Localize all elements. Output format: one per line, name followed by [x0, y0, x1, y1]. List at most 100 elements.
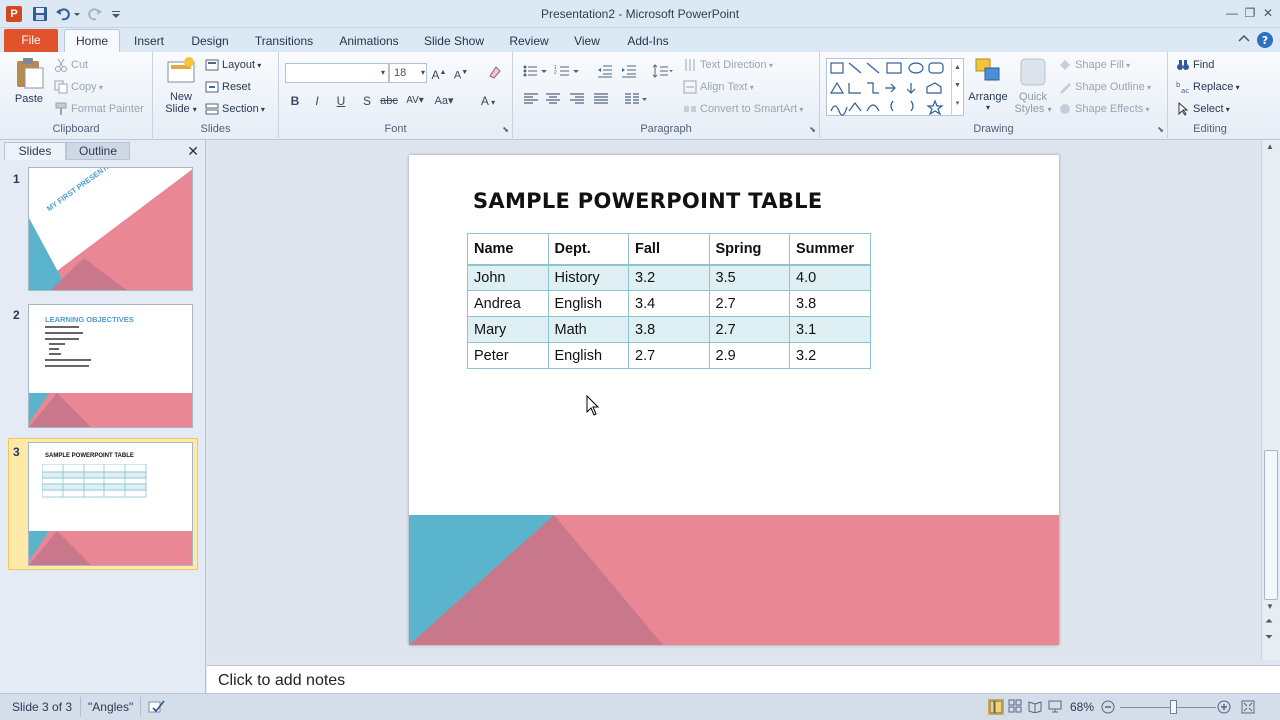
table-cell[interactable]: English	[547, 342, 629, 369]
close-button[interactable]: ✕	[1260, 5, 1276, 21]
align-text-button[interactable]: Align Text ▾	[683, 80, 754, 94]
vertical-scrollbar[interactable]: ▲ ▼ ⏶ ⏷	[1261, 140, 1280, 660]
table-header-cell[interactable]: Fall	[628, 233, 710, 266]
fit-to-window-icon[interactable]	[1240, 699, 1256, 715]
center-icon[interactable]	[543, 92, 563, 110]
table-cell[interactable]: 2.9	[708, 342, 790, 369]
font-dialog-launcher-icon[interactable]: ⬊	[502, 125, 509, 134]
tab-design[interactable]: Design	[182, 31, 238, 52]
table-cell[interactable]: 3.2	[628, 264, 710, 291]
next-slide-icon[interactable]: ⏷	[1265, 632, 1273, 643]
tab-file[interactable]: File	[4, 29, 58, 52]
table-header-cell[interactable]: Dept.	[547, 233, 629, 266]
minimize-button[interactable]: —	[1224, 5, 1240, 21]
previous-slide-icon[interactable]: ⏶	[1265, 616, 1273, 627]
underline-icon[interactable]: U	[331, 92, 351, 110]
notes-pane[interactable]: Click to add notes	[207, 665, 1280, 693]
slide-thumbnail-1[interactable]: MY FIRST PRESENTATION	[28, 167, 193, 291]
notes-placeholder[interactable]: Click to add notes	[218, 672, 345, 690]
minimize-ribbon-icon[interactable]	[1236, 31, 1252, 50]
slide-show-view-icon[interactable]	[1048, 699, 1064, 715]
shrink-font-icon[interactable]: A▼	[451, 64, 471, 82]
reset-button[interactable]: Reset	[205, 80, 251, 94]
grow-font-icon[interactable]: A▲	[429, 64, 449, 82]
reading-view-icon[interactable]	[1028, 699, 1044, 715]
table-cell[interactable]: History	[547, 264, 629, 291]
replace-button[interactable]: b ac Replace ▾	[1176, 80, 1240, 95]
table-cell[interactable]: 2.7	[708, 290, 790, 317]
slide-thumbnail-2[interactable]: LEARNING OBJECTIVES	[28, 304, 193, 428]
zoom-slider-thumb[interactable]	[1169, 700, 1177, 714]
table-cell[interactable]: 4.0	[789, 264, 871, 291]
font-color-icon[interactable]: A ▾	[475, 92, 501, 110]
strikethrough-icon[interactable]: abc	[379, 92, 399, 110]
current-slide[interactable]: SAMPLE POWERPOINT TABLE Name Dept. Fall …	[409, 155, 1059, 645]
table-cell[interactable]: Math	[547, 316, 629, 343]
cut-button[interactable]: Cut	[54, 58, 88, 72]
columns-icon[interactable]	[623, 92, 649, 110]
italic-icon[interactable]: I	[307, 92, 327, 110]
table-cell[interactable]: 2.7	[708, 316, 790, 343]
tab-add-ins[interactable]: Add-Ins	[620, 31, 676, 52]
bullets-icon[interactable]	[521, 64, 549, 82]
select-button[interactable]: Select ▾	[1176, 101, 1230, 116]
table-cell[interactable]: 3.5	[708, 264, 790, 291]
tab-view[interactable]: View	[566, 31, 608, 52]
shapes-gallery-scroll[interactable]: ▲ ▼ ▾	[951, 59, 963, 115]
table-header-cell[interactable]: Summer	[789, 233, 871, 266]
zoom-slider-track[interactable]	[1120, 707, 1216, 708]
layout-button[interactable]: Layout ▾	[205, 58, 261, 72]
table-cell[interactable]: Peter	[467, 342, 549, 369]
close-pane-icon[interactable]: ✕	[187, 143, 199, 160]
table-cell[interactable]: 3.4	[628, 290, 710, 317]
table-cell[interactable]: 3.2	[789, 342, 871, 369]
arrange-button[interactable]: Arrange ▾	[966, 56, 1010, 112]
slide-thumbnail-3[interactable]: SAMPLE POWERPOINT TABLE	[28, 442, 193, 566]
spelling-check-icon[interactable]	[148, 699, 165, 715]
shape-effects-button[interactable]: Shape Effects ▾	[1058, 102, 1150, 116]
table-header-cell[interactable]: Spring	[708, 233, 790, 266]
quick-styles-button[interactable]: Quick Styles ▾	[1012, 56, 1054, 115]
tab-review[interactable]: Review	[502, 31, 556, 52]
slide-title[interactable]: SAMPLE POWERPOINT TABLE	[473, 189, 822, 213]
tab-slides[interactable]: Slides	[4, 142, 66, 160]
tab-home[interactable]: Home	[64, 29, 120, 53]
table-cell[interactable]: John	[467, 264, 549, 291]
zoom-out-icon[interactable]	[1100, 699, 1116, 715]
convert-smartart-button[interactable]: Convert to SmartArt ▾	[683, 102, 803, 116]
new-slide-button[interactable]: New Slide ▾	[161, 56, 201, 115]
tab-outline[interactable]: Outline	[66, 142, 130, 160]
numbering-icon[interactable]: 12	[553, 64, 581, 82]
decrease-indent-icon[interactable]	[595, 64, 615, 82]
slide-sorter-view-icon[interactable]	[1008, 699, 1024, 715]
paragraph-dialog-launcher-icon[interactable]: ⬊	[809, 125, 816, 134]
tab-insert[interactable]: Insert	[126, 31, 172, 52]
section-button[interactable]: Section ▾	[205, 102, 265, 116]
tab-transitions[interactable]: Transitions	[248, 31, 320, 52]
zoom-in-icon[interactable]	[1216, 699, 1232, 715]
justify-icon[interactable]	[591, 92, 611, 110]
slide-table[interactable]: Name Dept. Fall Spring Summer John Histo…	[467, 233, 871, 369]
zoom-level[interactable]: 68%	[1070, 700, 1094, 714]
bold-icon[interactable]: B	[285, 92, 305, 110]
change-case-icon[interactable]: Aa▾	[431, 92, 457, 110]
scroll-down-icon[interactable]: ▼	[1266, 602, 1274, 611]
table-cell[interactable]: 3.1	[789, 316, 871, 343]
character-spacing-icon[interactable]: AV▾	[405, 92, 425, 110]
restore-button[interactable]: ❐	[1242, 5, 1258, 21]
copy-button[interactable]: Copy ▾	[54, 80, 103, 94]
clear-formatting-icon[interactable]	[485, 64, 505, 82]
increase-indent-icon[interactable]	[619, 64, 639, 82]
shape-fill-button[interactable]: Shape Fill ▾	[1058, 58, 1130, 72]
table-cell[interactable]: Andrea	[467, 290, 549, 317]
format-painter-button[interactable]: Format Painter	[54, 102, 144, 116]
align-left-icon[interactable]	[521, 92, 541, 110]
shadow-icon[interactable]: S	[357, 92, 377, 110]
table-cell[interactable]: 2.7	[628, 342, 710, 369]
table-cell[interactable]: 3.8	[628, 316, 710, 343]
normal-view-icon[interactable]	[988, 699, 1004, 715]
align-right-icon[interactable]	[567, 92, 587, 110]
tab-slide-show[interactable]: Slide Show	[418, 31, 490, 52]
paste-button[interactable]: Paste	[8, 56, 50, 105]
scroll-up-icon[interactable]: ▲	[1266, 142, 1274, 151]
